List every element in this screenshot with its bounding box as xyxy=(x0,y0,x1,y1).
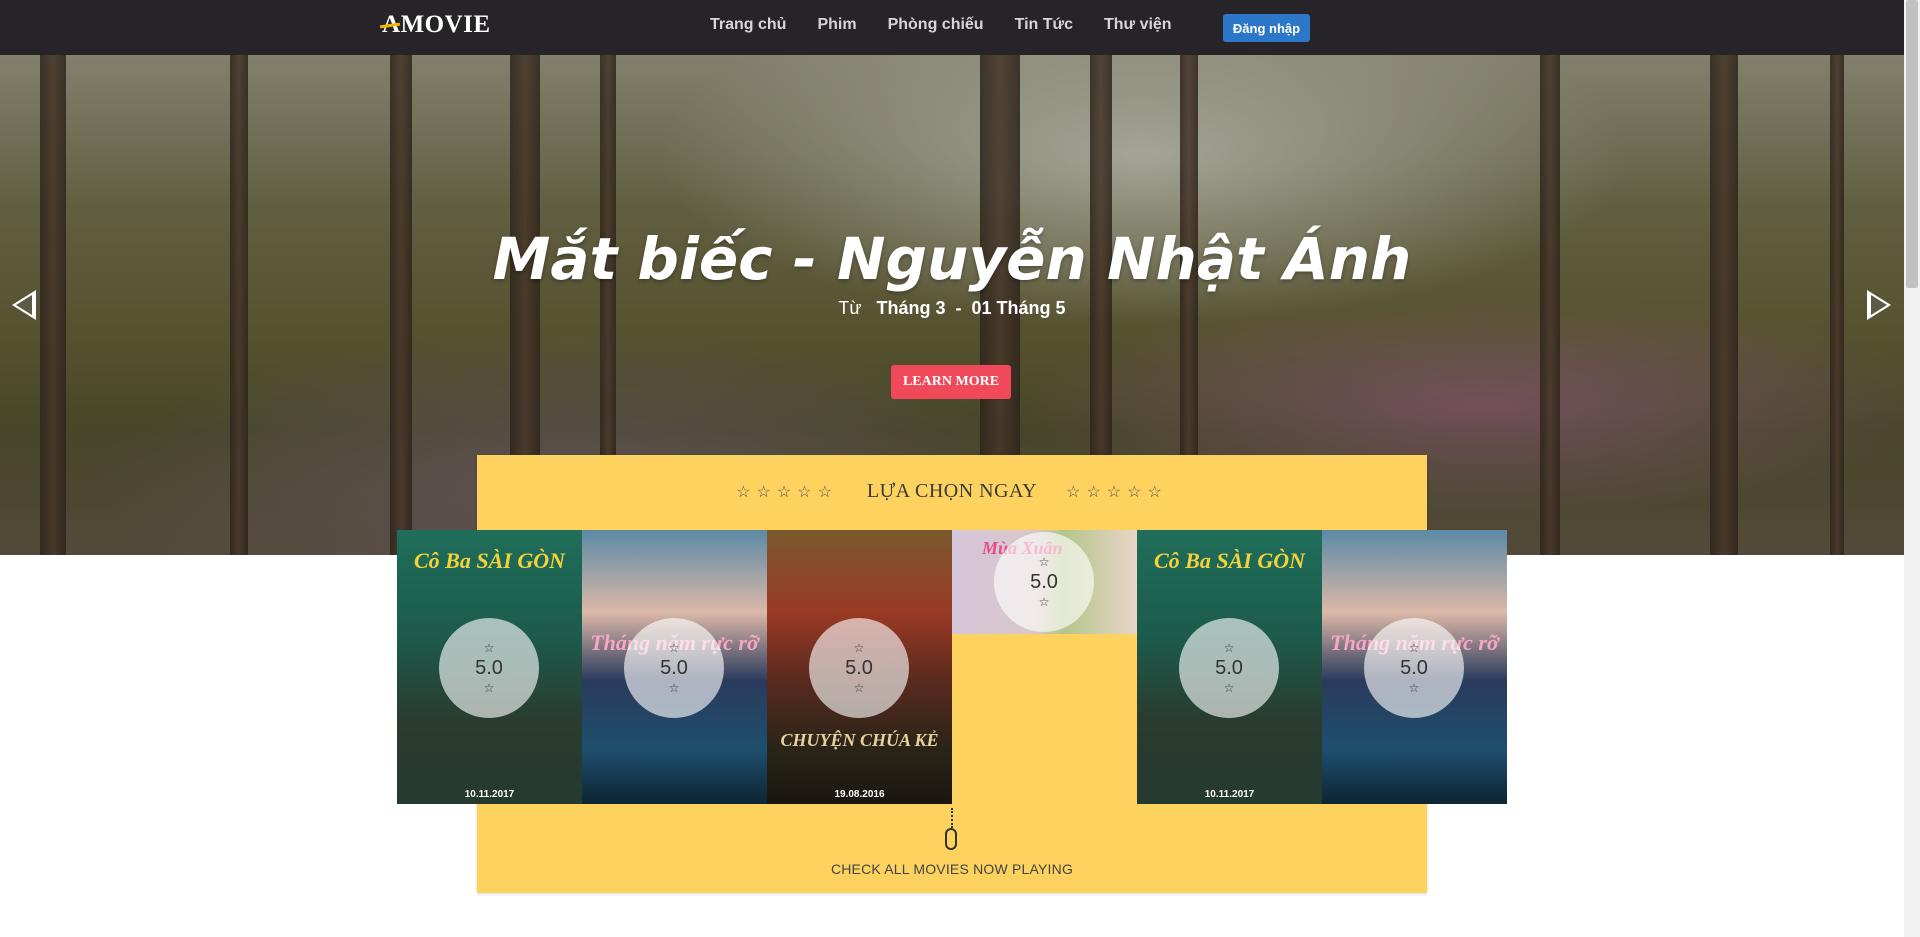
star-icon: ☆ xyxy=(853,681,865,695)
nav-item-cinemas[interactable]: Phòng chiếu xyxy=(888,16,984,34)
rating-badge: ☆ 5.0 ☆ xyxy=(1179,618,1279,718)
date-prefix: Từ xyxy=(838,298,862,318)
rating-badge: ☆ 5.0 ☆ xyxy=(1364,618,1464,718)
arrow-left-icon[interactable] xyxy=(12,290,36,320)
nav-item-home[interactable]: Trang chủ xyxy=(710,16,786,34)
login-button[interactable]: Đăng nhập xyxy=(1223,14,1310,42)
star-icon: ☆ xyxy=(1408,681,1420,695)
main-nav: Trang chủ Phim Phòng chiếu Tin Tức Thư v… xyxy=(710,16,1203,34)
nav-item-movies[interactable]: Phim xyxy=(817,16,856,34)
poster-title: CHUYỆN CHÚA KẺ xyxy=(780,730,939,750)
nav-item-news[interactable]: Tin Tức xyxy=(1015,16,1073,34)
choose-now-heading: ☆☆☆☆☆ LỰA CHỌN NGAY ☆☆☆☆☆ xyxy=(477,480,1427,503)
release-date: 10.11.2017 xyxy=(1204,789,1255,800)
scrollbar-thumb[interactable] xyxy=(1906,0,1918,288)
arrow-right-icon[interactable] xyxy=(1867,290,1891,320)
rating-value: 5.0 xyxy=(660,657,688,679)
star-icon: ☆ xyxy=(1038,555,1050,569)
mouse-scroll-icon xyxy=(945,828,957,850)
top-navbar: AMOVIE Trang chủ Phim Phòng chiếu Tin Tứ… xyxy=(0,0,1904,55)
check-all-movies-link[interactable]: CHECK ALL MOVIES NOW PLAYING xyxy=(477,861,1427,877)
star-icon: ☆ xyxy=(668,681,680,695)
movie-poster[interactable]: Cô Ba SÀI GÒN ☆ 5.0 ☆ 10.11.2017 xyxy=(397,530,582,804)
hero-date: Từ Tháng 3 - 01 Tháng 5 xyxy=(0,298,1904,319)
rating-badge: ☆ 5.0 ☆ xyxy=(439,618,539,718)
hero-title: Mắt biếc - Nguyễn Nhật Ánh xyxy=(492,225,1412,293)
star-icon: ☆ xyxy=(1223,641,1235,655)
site-logo[interactable]: AMOVIE xyxy=(382,11,491,39)
movie-carousel: Cô Ba SÀI GÒN ☆ 5.0 ☆ 10.11.2017 Tháng n… xyxy=(397,530,1507,804)
star-icon: ☆ xyxy=(483,681,495,695)
poster-title: Cô Ba SÀI GÒN xyxy=(1154,548,1305,573)
learn-more-button[interactable]: LEARN MORE xyxy=(891,365,1011,399)
date-separator: - xyxy=(955,298,962,318)
movie-poster[interactable]: Tháng năm rực rỡ ☆ 5.0 ☆ xyxy=(582,530,767,804)
release-date: 19.08.2016 xyxy=(834,789,885,800)
star-icon: ☆ xyxy=(1038,595,1050,609)
star-icon: ☆ xyxy=(1408,641,1420,655)
scroll-indicator-line xyxy=(951,808,953,828)
release-date: 10.11.2017 xyxy=(464,789,515,800)
star-icon: ☆ xyxy=(483,641,495,655)
rating-value: 5.0 xyxy=(1400,657,1428,679)
poster-title: Cô Ba SÀI GÒN xyxy=(414,548,565,573)
star-icon: ☆ xyxy=(1223,681,1235,695)
rating-badge: ☆ 5.0 ☆ xyxy=(809,618,909,718)
movie-poster[interactable]: Tháng năm rực rỡ ☆ 5.0 ☆ xyxy=(1322,530,1507,804)
rating-value: 5.0 xyxy=(1030,571,1058,593)
star-icon: ☆☆☆☆☆ xyxy=(1066,484,1168,501)
section-title: LỰA CHỌN NGAY xyxy=(866,480,1038,502)
nav-item-library[interactable]: Thư viện xyxy=(1104,16,1172,34)
movie-poster[interactable]: Mùa Xuân ☆ 5.0 ☆ xyxy=(952,530,1137,634)
movie-poster[interactable]: Cô Ba SÀI GÒN ☆ 5.0 ☆ 10.11.2017 xyxy=(1137,530,1322,804)
logo-text: MOVIE xyxy=(400,11,491,38)
star-icon: ☆ xyxy=(668,641,680,655)
date-end: 01 Tháng 5 xyxy=(971,298,1066,318)
rating-value: 5.0 xyxy=(845,657,873,679)
rating-value: 5.0 xyxy=(1215,657,1243,679)
rating-badge: ☆ 5.0 ☆ xyxy=(624,618,724,718)
star-icon: ☆ xyxy=(853,641,865,655)
date-start: Tháng 3 xyxy=(876,298,946,318)
logo-letter: A xyxy=(382,11,401,38)
movie-poster[interactable]: CHUYỆN CHÚA KẺ ☆ 5.0 ☆ 19.08.2016 xyxy=(767,530,952,804)
rating-value: 5.0 xyxy=(475,657,503,679)
rating-badge: ☆ 5.0 ☆ xyxy=(994,532,1094,632)
star-icon: ☆☆☆☆☆ xyxy=(736,484,838,501)
